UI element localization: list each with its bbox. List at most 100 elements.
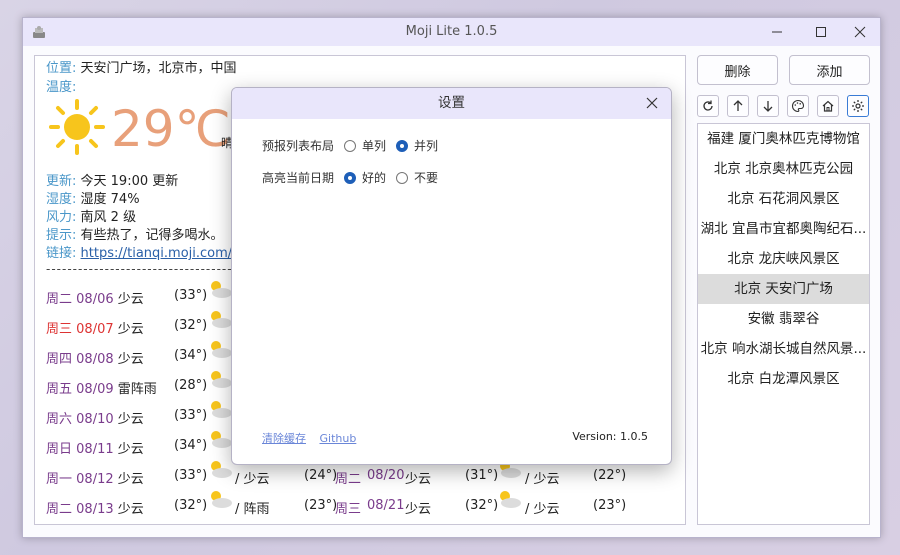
palette-icon: [792, 99, 805, 113]
location-list-item[interactable]: 北京 天安门广场: [698, 274, 869, 304]
forecast-desc: 少云: [117, 412, 144, 427]
title-bar: Moji Lite 1.0.5: [23, 18, 880, 46]
forecast-night-temp: (23°): [304, 498, 338, 513]
dialog-footer-links: 清除缓存 Github: [262, 430, 366, 446]
maximize-icon: [816, 27, 826, 37]
forecast-temp: (31°): [465, 468, 499, 483]
forecast-row: 周五 08/09 雷阵雨 (28°): [46, 371, 232, 397]
location-list-item[interactable]: 湖北 宜昌市宜都奥陶纪石...: [698, 214, 869, 244]
forecast-row: 周三 08/07 少云 (32°): [46, 311, 232, 337]
close-icon: [854, 26, 866, 38]
version-text: Version: 1.0.5: [572, 430, 648, 443]
highlight-no-radio[interactable]: 不要: [396, 169, 438, 186]
radio-on-icon: [344, 171, 356, 184]
partly-cloudy-icon: [211, 491, 232, 508]
radio-off-icon: [396, 171, 409, 184]
github-link[interactable]: Github: [320, 432, 357, 445]
dialog-title-bar: 设置: [232, 88, 671, 119]
temperature-label: 温度:: [46, 80, 77, 95]
location-list-item[interactable]: 北京 北京奥林匹克公园: [698, 154, 869, 184]
wind-value: 南风 2 级: [80, 210, 137, 225]
highlight-option-row: 高亮当前日期 好的 不要: [262, 169, 448, 186]
arrow-down-icon: [763, 101, 773, 112]
location-list: 福建 厦门奥林匹克博物馆 北京 北京奥林匹克公园 北京 石花洞风景区 湖北 宜昌市宜都…: [697, 123, 870, 525]
layout-single-label: 单列: [362, 139, 387, 153]
forecast-date: 08/06: [76, 292, 114, 307]
forecast-date: 08/10: [76, 412, 114, 427]
forecast-date: 08/20: [367, 468, 405, 483]
forecast-temp: (34°): [174, 348, 208, 363]
minimize-button[interactable]: [758, 18, 796, 46]
location-row: 位置: 天安门广场，北京市，中国: [46, 57, 237, 76]
wind-label: 风力:: [46, 210, 77, 225]
forecast-day: 周三: [46, 322, 73, 337]
move-up-button[interactable]: [727, 95, 749, 117]
tip-row: 提示: 有些热了，记得多喝水。: [46, 224, 224, 243]
layout-parallel-radio[interactable]: 并列: [396, 137, 438, 154]
forecast-desc: 少云: [117, 322, 144, 337]
forecast-temp: (32°): [174, 318, 208, 333]
location-list-item[interactable]: 北京 响水湖长城自然风景...: [698, 334, 869, 364]
forecast-day: 周二: [46, 292, 73, 307]
forecast-day: 周六: [46, 412, 73, 427]
forecast-date: 08/12: [76, 472, 114, 487]
location-list-item[interactable]: 福建 厦门奥林匹克博物馆: [698, 124, 869, 154]
forecast-day: 周日: [46, 442, 73, 457]
forecast-desc: 雷阵雨: [117, 382, 157, 397]
refresh-button[interactable]: [697, 95, 719, 117]
update-value: 今天 19:00 更新: [80, 174, 179, 189]
layout-label: 预报列表布局: [262, 139, 335, 153]
partly-cloudy-icon: [211, 341, 232, 358]
forecast-desc: 少云: [117, 502, 144, 517]
move-down-button[interactable]: [757, 95, 779, 117]
maximize-button[interactable]: [802, 18, 840, 46]
layout-single-radio[interactable]: 单列: [344, 137, 386, 154]
window-title: Moji Lite 1.0.5: [405, 24, 498, 39]
tip-label: 提示:: [46, 228, 77, 243]
forecast-night: / 少云: [525, 502, 560, 517]
forecast-day: 周二: [335, 472, 362, 487]
link-label: 链接:: [46, 246, 77, 261]
highlight-label: 高亮当前日期: [262, 171, 335, 185]
theme-button[interactable]: [787, 95, 809, 117]
location-list-item[interactable]: 北京 龙庆峡风景区: [698, 244, 869, 274]
wind-row: 风力: 南风 2 级: [46, 206, 136, 225]
forecast-date: 08/07: [76, 322, 114, 337]
highlight-yes-radio[interactable]: 好的: [344, 169, 386, 186]
close-button[interactable]: [841, 18, 879, 46]
settings-button[interactable]: [847, 95, 869, 117]
forecast-row: 周六 08/10 少云 (33°): [46, 401, 232, 427]
forecast-night-temp: (23°): [593, 498, 627, 513]
forecast-desc: 少云: [405, 502, 432, 517]
humidity-row: 湿度: 湿度 74%: [46, 188, 140, 207]
home-button[interactable]: [817, 95, 839, 117]
refresh-icon: [703, 100, 713, 111]
forecast-desc: 少云: [117, 472, 144, 487]
thunderstorm-icon: [211, 371, 232, 388]
forecast-row: 周二 08/06 少云 (33°): [46, 281, 232, 307]
forecast-temp: (33°): [174, 408, 208, 423]
forecast-row: 周二 08/13 少云 (32°): [46, 491, 232, 517]
partly-cloudy-icon: [211, 461, 232, 478]
home-icon: [822, 100, 834, 112]
location-list-item[interactable]: 北京 白龙潭风景区: [698, 364, 869, 394]
forecast-date: 08/13: [76, 502, 114, 517]
forecast-temp: (33°): [174, 468, 208, 483]
forecast-night-temp: (22°): [593, 468, 627, 483]
radio-on-icon: [396, 139, 409, 152]
forecast-row-tail: / 少云 (24°) 周二 08/20 少云 (31°) / 少云 (22°): [235, 461, 626, 487]
forecast-night: / 少云: [525, 472, 560, 487]
update-row: 更新: 今天 19:00 更新: [46, 170, 178, 189]
forecast-row: 周日 08/11 少云 (34°): [46, 431, 232, 457]
location-list-item[interactable]: 安徽 翡翠谷: [698, 304, 869, 334]
layout-option-row: 预报列表布局 单列 并列: [262, 137, 448, 154]
location-list-item[interactable]: 北京 石花洞风景区: [698, 184, 869, 214]
partly-cloudy-icon: [211, 281, 232, 298]
forecast-row-tail: / 阵雨 (23°) 周三 08/21 少云 (32°) / 少云 (23°): [235, 491, 626, 517]
highlight-no-label: 不要: [414, 171, 439, 185]
add-button[interactable]: 添加: [789, 55, 870, 85]
clear-cache-link[interactable]: 清除缓存: [262, 432, 306, 445]
delete-button[interactable]: 删除: [697, 55, 778, 85]
partly-cloudy-icon: [211, 401, 232, 418]
dialog-close-icon[interactable]: [645, 96, 659, 110]
